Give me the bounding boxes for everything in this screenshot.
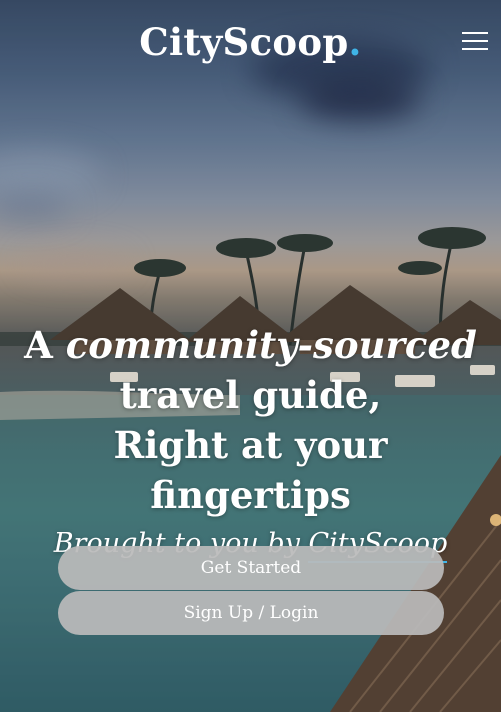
hamburger-menu-icon[interactable]: [462, 32, 488, 50]
logo[interactable]: CityScoop.: [0, 20, 501, 64]
signup-login-button[interactable]: Sign Up / Login: [58, 591, 444, 635]
headline-emphasis: community-sourced: [65, 323, 477, 367]
get-started-button[interactable]: Get Started: [58, 546, 444, 590]
headline-line2: Right at your fingertips: [113, 423, 388, 517]
headline-prefix: A: [24, 323, 66, 367]
logo-dot: .: [348, 20, 362, 64]
hero-section: A community-sourced travel guide, Right …: [10, 320, 491, 563]
hero-headline: A community-sourced travel guide, Right …: [10, 320, 491, 520]
logo-text: CityScoop: [139, 20, 349, 64]
headline-suffix: travel guide,: [119, 373, 382, 417]
